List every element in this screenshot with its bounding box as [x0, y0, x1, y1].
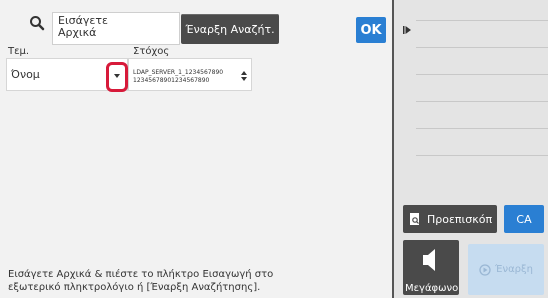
speaker-icon — [423, 249, 435, 271]
item-label: Τεμ. — [8, 46, 30, 57]
right-panel-list — [416, 20, 548, 190]
preview-icon — [410, 213, 419, 225]
start-icon — [479, 263, 491, 276]
search-icon — [30, 16, 45, 31]
search-input[interactable]: Εισάγετε Αρχικά — [52, 12, 180, 45]
preview-button[interactable]: Προεπισκόπ — [403, 205, 497, 233]
collapse-panel-button[interactable] — [398, 16, 416, 44]
start-button-label: Έναρξη — [495, 264, 533, 275]
start-button[interactable]: Έναρξη — [468, 244, 544, 295]
ok-button[interactable]: OK — [356, 17, 386, 43]
panel-divider — [392, 0, 394, 298]
target-select-value-line1: LDAP_SERVER_1_1234567890 — [133, 69, 224, 76]
list-divider — [416, 47, 548, 48]
search-button[interactable] — [22, 8, 52, 38]
list-divider — [416, 155, 548, 156]
target-select[interactable]: LDAP_SERVER_1_1234567890 123456789012345… — [128, 58, 252, 91]
target-label: Στόχος — [133, 46, 170, 57]
instruction-message: Εισάγετε Αρχικά & πιέστε το πλήκτρο Εισα… — [8, 269, 274, 293]
dropdown-highlight-marker — [106, 62, 128, 92]
list-divider — [416, 101, 548, 102]
target-select-value-line2: 12345678901234567890 — [133, 77, 210, 84]
list-divider — [416, 74, 548, 75]
speaker-button[interactable]: Μεγάφωνο — [403, 240, 459, 295]
list-divider — [416, 128, 548, 129]
preview-button-label: Προεπισκόπ — [427, 212, 493, 226]
list-divider — [416, 20, 548, 21]
start-search-button[interactable]: Έναρξη Αναζήτ. — [181, 14, 279, 44]
speaker-button-label: Μεγάφωνο — [405, 283, 459, 294]
collapse-arrow-icon — [403, 26, 411, 34]
item-select-value: Όνομ — [11, 68, 40, 81]
ca-button[interactable]: CA — [504, 205, 544, 233]
updown-arrows-icon — [241, 71, 247, 81]
